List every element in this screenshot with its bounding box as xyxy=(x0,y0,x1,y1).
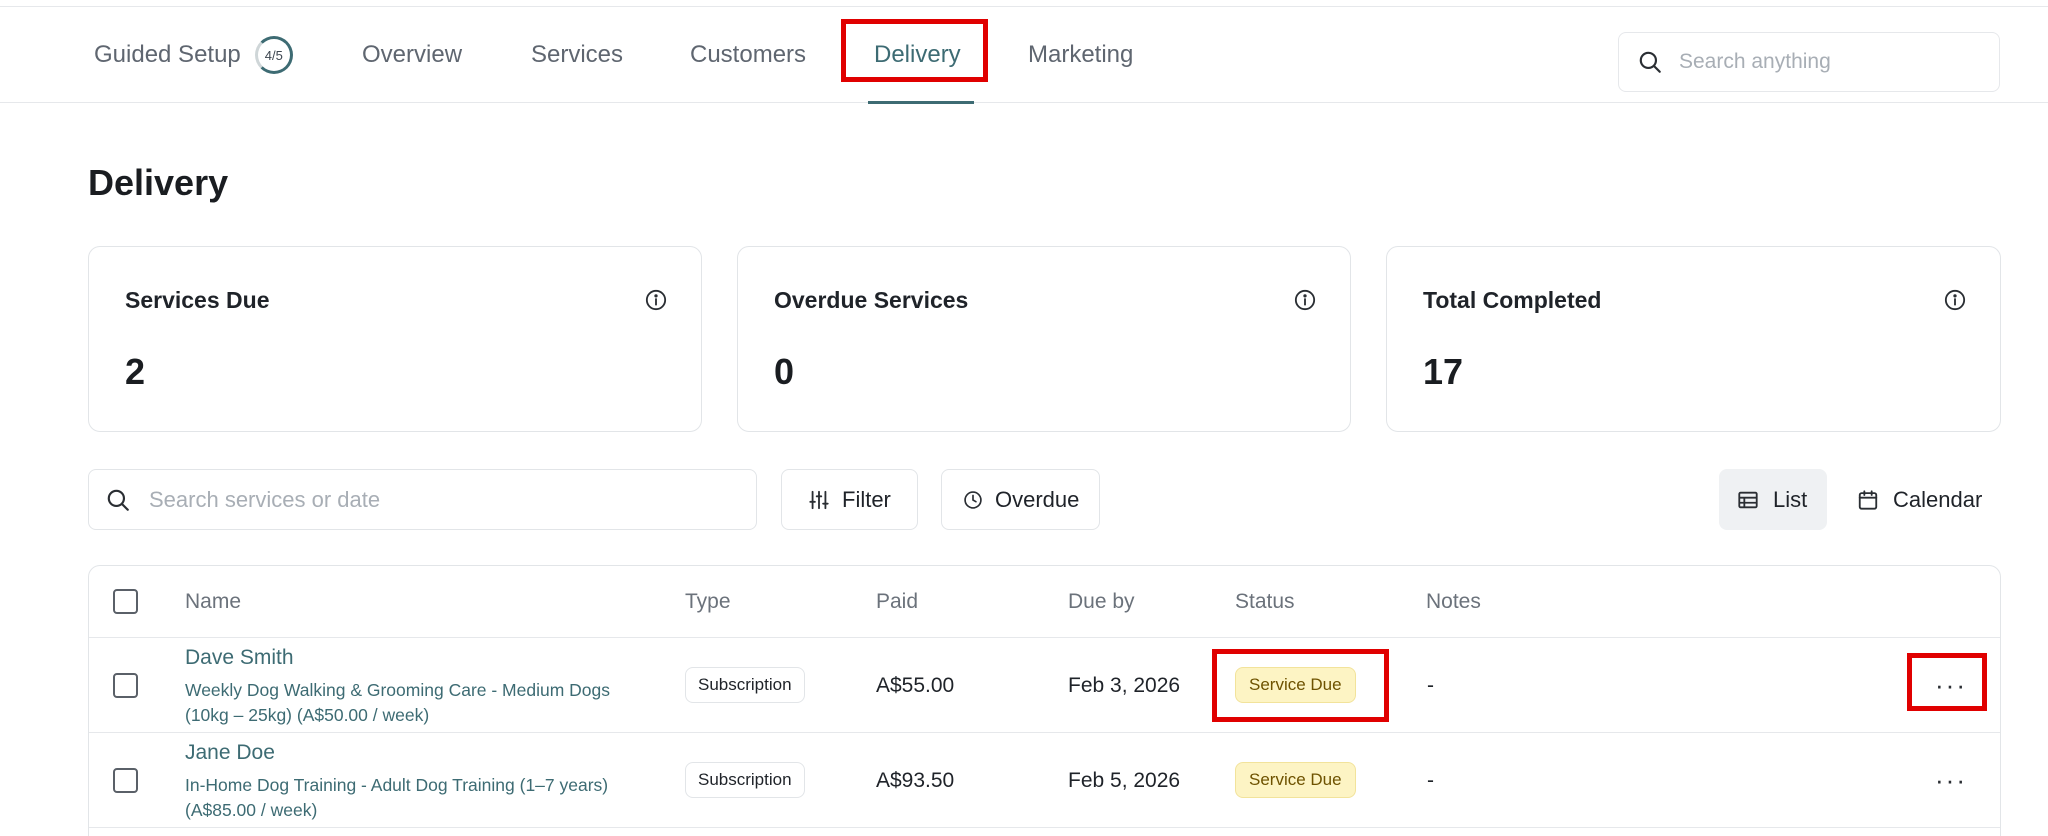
tab-overview[interactable]: Overview xyxy=(362,7,462,103)
filter-button[interactable]: Filter xyxy=(781,469,918,530)
table-row[interactable]: Dave Smith Weekly Dog Walking & Grooming… xyxy=(89,638,2000,733)
calendar-icon xyxy=(1858,489,1878,510)
filter-button-label: Filter xyxy=(842,486,891,512)
list-view-label: List xyxy=(1773,486,1808,512)
nav-guided-setup[interactable]: Guided Setup 4/5 xyxy=(94,7,293,103)
services-search-input[interactable] xyxy=(149,486,709,513)
status-badge: Service Due xyxy=(1235,762,1356,798)
stat-label: Total Completed xyxy=(1423,287,1602,313)
more-horizontal-icon: ··· xyxy=(1935,765,1967,795)
calendar-view-label: Calendar xyxy=(1893,486,1983,512)
stat-label: Services Due xyxy=(125,287,270,313)
clock-icon xyxy=(964,490,982,509)
tab-delivery[interactable]: Delivery xyxy=(874,7,961,103)
column-header-due-by[interactable]: Due by xyxy=(1068,566,1135,638)
select-all-checkbox[interactable] xyxy=(113,589,138,614)
table-header: Name Type Paid Due by Status Notes xyxy=(89,566,2000,638)
stat-label: Overdue Services xyxy=(774,287,969,313)
notes-value: - xyxy=(1427,674,1434,697)
type-badge: Subscription xyxy=(685,762,805,798)
sliders-icon xyxy=(809,490,829,509)
status-badge: Service Due xyxy=(1235,667,1356,703)
column-header-notes[interactable]: Notes xyxy=(1426,566,1481,638)
customer-name-link[interactable]: Dave Smith xyxy=(185,646,294,670)
nav-guided-setup-label: Guided Setup xyxy=(94,41,241,68)
customer-name-link[interactable]: Jane Doe xyxy=(185,741,275,765)
global-search-input[interactable] xyxy=(1679,50,1979,74)
info-icon[interactable] xyxy=(645,289,667,311)
stat-value: 17 xyxy=(1423,351,1464,392)
service-description: In-Home Dog Training - Adult Dog Trainin… xyxy=(185,775,609,820)
info-icon[interactable] xyxy=(1294,289,1316,311)
notes-value: - xyxy=(1427,769,1434,792)
global-search[interactable] xyxy=(1618,32,2000,92)
active-tab-underline xyxy=(868,101,974,104)
page-title: Delivery xyxy=(88,162,229,203)
calendar-view-button[interactable]: Calendar xyxy=(1841,469,2001,530)
row-actions-button[interactable]: ··· xyxy=(1929,670,1973,700)
row-checkbox[interactable] xyxy=(113,768,138,793)
more-horizontal-icon: ··· xyxy=(1935,670,1967,700)
list-view-button[interactable]: List xyxy=(1719,469,1827,530)
search-icon xyxy=(1639,51,1661,73)
stat-value: 2 xyxy=(125,351,146,392)
top-navigation: Guided Setup 4/5 Overview Services Custo… xyxy=(0,7,2048,104)
tab-customers[interactable]: Customers xyxy=(690,7,806,103)
column-header-name[interactable]: Name xyxy=(185,566,241,638)
stat-value: 0 xyxy=(774,351,795,392)
stat-card-services-due: Services Due 2 xyxy=(88,246,702,432)
top-border xyxy=(0,0,2048,7)
tab-marketing[interactable]: Marketing xyxy=(1028,7,1133,103)
search-icon xyxy=(107,489,129,511)
info-icon[interactable] xyxy=(1944,289,1966,311)
delivery-table: Name Type Paid Due by Status Notes Dave … xyxy=(88,565,2001,836)
table-list-icon xyxy=(1738,491,1758,508)
stat-card-total-completed: Total Completed 17 xyxy=(1386,246,2001,432)
overdue-button-label: Overdue xyxy=(995,486,1080,512)
stat-card-overdue-services: Overdue Services 0 xyxy=(737,246,1351,432)
paid-amount: A$93.50 xyxy=(876,769,955,792)
due-date: Feb 3, 2026 xyxy=(1068,674,1181,697)
type-badge: Subscription xyxy=(685,667,805,703)
paid-amount: A$55.00 xyxy=(876,674,955,697)
table-row[interactable]: Jane Doe In-Home Dog Training - Adult Do… xyxy=(89,733,2000,828)
services-search[interactable] xyxy=(88,469,757,530)
row-checkbox[interactable] xyxy=(113,673,138,698)
column-header-status[interactable]: Status xyxy=(1235,566,1295,638)
column-header-type[interactable]: Type xyxy=(685,566,731,638)
row-actions-button[interactable]: ··· xyxy=(1929,765,1973,795)
column-header-paid[interactable]: Paid xyxy=(876,566,918,638)
overdue-button[interactable]: Overdue xyxy=(941,469,1100,530)
service-description: Weekly Dog Walking & Grooming Care - Med… xyxy=(185,680,611,725)
due-date: Feb 5, 2026 xyxy=(1068,769,1181,792)
tab-services[interactable]: Services xyxy=(531,7,623,103)
guided-progress-badge: 4/5 xyxy=(254,36,293,74)
